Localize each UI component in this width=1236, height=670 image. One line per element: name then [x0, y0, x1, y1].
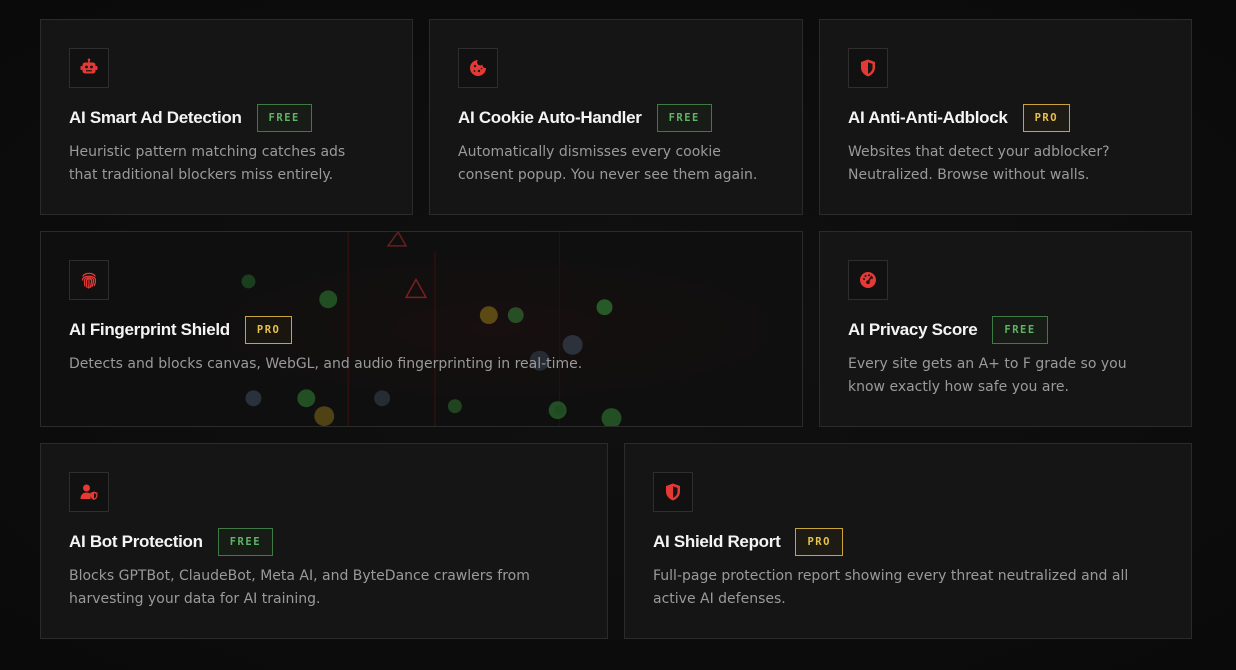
- shield-icon: [666, 483, 680, 501]
- gauge-icon: [860, 272, 876, 288]
- feature-description: Full-page protection report showing ever…: [653, 568, 1129, 607]
- shield-icon: [861, 59, 875, 77]
- feature-description: Detects and blocks canvas, WebGL, and au…: [69, 356, 583, 372]
- free-badge: FREE: [217, 528, 274, 556]
- feature-icon-box: [69, 48, 109, 88]
- feature-icon-box: [653, 472, 693, 512]
- feature-title: AI Fingerprint Shield: [69, 320, 230, 339]
- cookie-icon: [470, 60, 486, 76]
- feature-title: AI Smart Ad Detection: [69, 108, 242, 127]
- user-shield-icon: [80, 484, 98, 500]
- feature-description: Heuristic pattern matching catches ads t…: [69, 144, 346, 183]
- feature-card-bot-protection[interactable]: AI Bot Protection FREE Blocks GPTBot, Cl…: [40, 443, 608, 639]
- feature-card-cookie-auto-handler[interactable]: AI Cookie Auto-Handler FREE Automaticall…: [429, 19, 803, 215]
- feature-card-shield-report[interactable]: AI Shield Report PRO Full-page protectio…: [624, 443, 1192, 639]
- feature-title: AI Cookie Auto-Handler: [458, 108, 642, 127]
- pro-badge: PRO: [244, 316, 293, 344]
- feature-icon-box: [458, 48, 498, 88]
- feature-description: Automatically dismisses every cookie con…: [458, 144, 758, 183]
- feature-icon-box: [69, 472, 109, 512]
- fingerprint-icon: [81, 272, 97, 289]
- features-grid: AI Smart Ad Detection FREE Heuristic pat…: [0, 0, 1236, 670]
- free-badge: FREE: [656, 104, 712, 132]
- feature-icon-box: [848, 260, 888, 300]
- robot-icon: [80, 58, 98, 74]
- free-badge: FREE: [992, 316, 1048, 344]
- feature-title: AI Shield Report: [653, 532, 781, 551]
- pro-badge: PRO: [1022, 104, 1071, 132]
- feature-title: AI Privacy Score: [848, 320, 978, 339]
- feature-icon-box: [848, 48, 888, 88]
- feature-card-smart-ad-detection[interactable]: AI Smart Ad Detection FREE Heuristic pat…: [40, 19, 413, 215]
- pro-badge: PRO: [795, 528, 843, 556]
- feature-title: AI Anti-Anti-Adblock: [848, 108, 1008, 127]
- feature-description: Every site gets an A+ to F grade so you …: [848, 356, 1127, 395]
- feature-card-privacy-score[interactable]: AI Privacy Score FREE Every site gets an…: [819, 231, 1192, 427]
- feature-description: Websites that detect your adblocker? Neu…: [848, 144, 1110, 183]
- feature-card-fingerprint-shield[interactable]: AI Fingerprint Shield PRO Detects and bl…: [40, 231, 803, 427]
- feature-icon-box: [69, 260, 109, 300]
- feature-card-anti-anti-adblock[interactable]: AI Anti-Anti-Adblock PRO Websites that d…: [819, 19, 1192, 215]
- free-badge: FREE: [256, 104, 312, 132]
- feature-title: AI Bot Protection: [69, 532, 203, 551]
- feature-description: Blocks GPTBot, ClaudeBot, Meta AI, and B…: [69, 568, 530, 607]
